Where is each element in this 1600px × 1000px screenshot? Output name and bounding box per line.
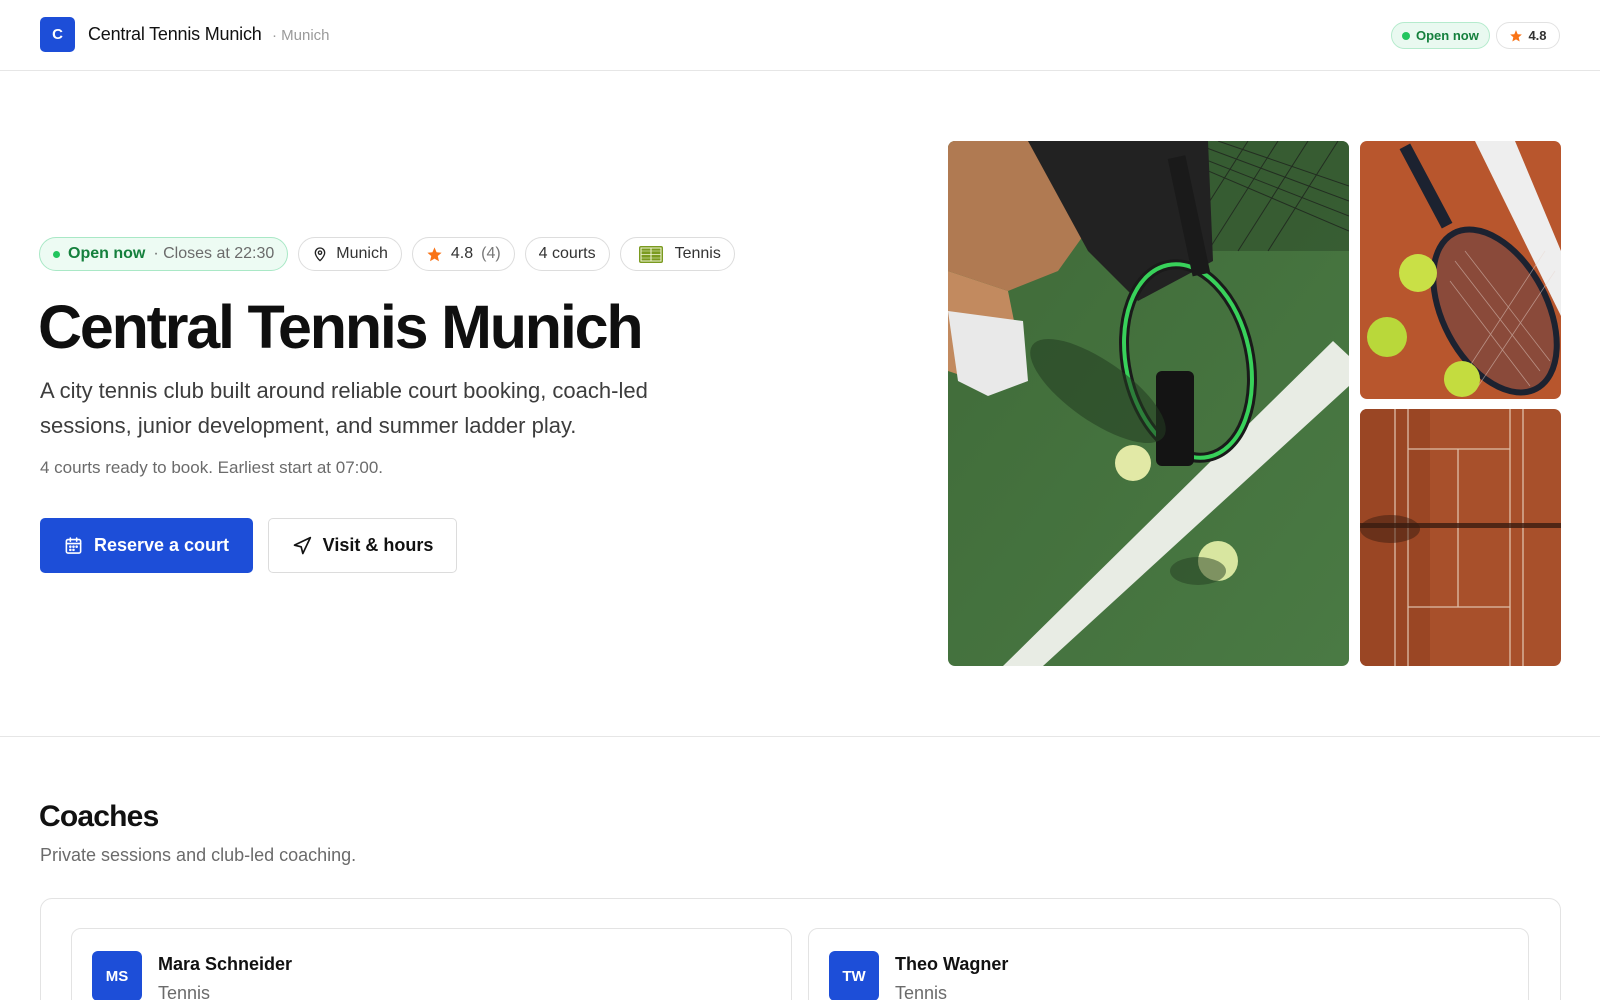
coach-sport: Tennis: [158, 983, 211, 1000]
calendar-icon: [65, 537, 82, 554]
courts-label: 4 courts: [538, 245, 596, 262]
open-status-chip: Open now · Closes at 22:30: [39, 237, 289, 271]
closing-time: · Closes at 22:30: [153, 245, 275, 262]
reserve-court-button[interactable]: Reserve a court: [40, 518, 253, 573]
status-dot-icon: [1402, 31, 1410, 40]
avatar: MS: [92, 951, 142, 1000]
avatar: TW: [829, 951, 879, 1000]
tennis-court-icon: [638, 245, 663, 263]
coach-sport: Tennis: [895, 983, 948, 1000]
coach-name: Mara Schneider: [158, 954, 293, 974]
hero-chips: Open now · Closes at 22:30 Munich 4.8 (4…: [39, 237, 735, 272]
status-dot-icon: [53, 250, 60, 258]
coach-name: Theo Wagner: [895, 954, 1009, 974]
gallery-photo-racket-clay[interactable]: [1360, 141, 1561, 399]
rating-count: (4): [481, 245, 501, 262]
club-logo[interactable]: C: [40, 17, 75, 52]
rating-value: 4.8: [1528, 28, 1547, 43]
brand-city: · Munich: [272, 27, 330, 44]
location-label: Munich: [336, 245, 388, 262]
coach-card[interactable]: TW Theo Wagner Tennis: [808, 928, 1529, 1000]
coach-card[interactable]: MS Mara Schneider Tennis: [71, 928, 792, 1000]
rating-chip[interactable]: 4.8 (4): [411, 237, 515, 271]
clay-court-image: [1360, 409, 1561, 666]
map-pin-icon: [314, 247, 326, 262]
courts-chip: 4 courts: [524, 237, 610, 271]
open-status-label: Open now: [1416, 28, 1479, 43]
section-divider: [0, 736, 1600, 737]
navigation-arrow-icon: [293, 536, 311, 554]
availability-note: 4 courts ready to book. Earliest start a…: [40, 458, 384, 477]
coaches-heading: Coaches: [39, 800, 159, 833]
racket-clay-image: [1360, 141, 1561, 399]
sport-label: Tennis: [674, 245, 721, 262]
coaches-subtitle: Private sessions and club-led coaching.: [40, 845, 357, 865]
star-icon: [427, 246, 442, 261]
gallery-photo-player-green-court[interactable]: [948, 141, 1349, 666]
rating-badge: 4.8: [1496, 22, 1560, 49]
reserve-court-label: Reserve a court: [93, 535, 230, 555]
sport-chip: Tennis: [619, 237, 735, 271]
rating-value: 4.8: [450, 245, 474, 262]
gallery-photo-clay-court[interactable]: [1360, 409, 1561, 666]
page-title: Central Tennis Munich: [38, 293, 644, 361]
brand-name[interactable]: Central Tennis Munich: [88, 24, 262, 45]
visit-hours-button[interactable]: Visit & hours: [268, 518, 457, 573]
top-bar: C Central Tennis Munich · Munich Open no…: [0, 0, 1600, 71]
star-icon: [1510, 29, 1523, 42]
player-court-image: [948, 141, 1349, 666]
club-description: A city tennis club built around reliable…: [40, 378, 648, 438]
open-status-badge: Open now: [1391, 22, 1490, 49]
visit-hours-label: Visit & hours: [322, 535, 434, 555]
location-chip[interactable]: Munich: [298, 237, 402, 271]
open-status-label: Open now: [68, 245, 146, 262]
